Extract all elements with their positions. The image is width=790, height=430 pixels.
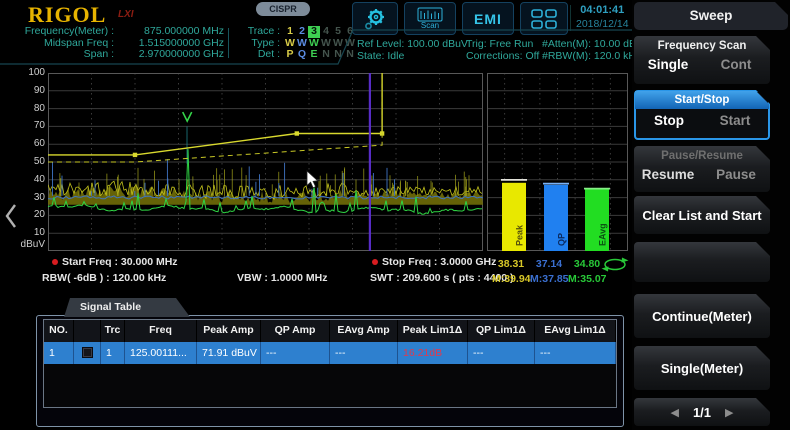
sweep-stop[interactable]: Stop — [636, 113, 702, 128]
header-outline — [0, 0, 632, 66]
clear-list-start-button[interactable]: Clear List and Start — [634, 196, 770, 234]
limit-line-solid — [48, 73, 382, 155]
table-cell: --- — [330, 342, 398, 364]
pause-resume-toggle[interactable]: Pause/Resume Resume Pause — [634, 146, 770, 192]
spectrum-plot — [48, 73, 483, 251]
y-axis-tick: 10 — [15, 227, 45, 238]
column-header: Freq — [125, 320, 197, 342]
meter-bar-label: EAvg — [598, 223, 608, 246]
start-stop-header: Start/Stop — [635, 91, 769, 109]
stop-freq-dot — [372, 259, 378, 265]
meter-readout: 38.31M:39.94 — [492, 257, 530, 287]
next-page-icon[interactable]: ▶ — [725, 406, 733, 419]
chart-region: 100 90 80 70 60 50 40 30 20 10 dBuV Peak QP EAvg — [0, 62, 632, 255]
sweep-resume[interactable]: Resume — [634, 167, 702, 182]
signal-table-body: 11125.00111...71.91 dBuV------16.21dB---… — [44, 342, 616, 364]
table-cell: --- — [535, 342, 616, 364]
y-axis-tick: 90 — [15, 85, 45, 96]
sweep-start[interactable]: Start — [702, 113, 768, 128]
y-axis-tick: 50 — [15, 156, 45, 167]
sidebar-menu: Sweep Frequency Scan Single Cont Start/S… — [632, 0, 790, 430]
row-checkbox[interactable] — [82, 347, 93, 358]
page-indicator: 1/1 — [693, 405, 711, 420]
table-cell — [74, 342, 101, 364]
vbw-readout: VBW : 1.0000 MHz — [237, 272, 327, 284]
signal-table-header: NO. TrcFreqPeak AmpQP AmpEAvg AmpPeak Lim… — [44, 320, 616, 342]
freq-scan-toggle[interactable]: Frequency Scan Single Cont — [634, 36, 770, 84]
start-stop-toggle[interactable]: Start/Stop Stop Start — [634, 90, 770, 140]
signal-table-tab[interactable]: Signal Table — [64, 298, 190, 317]
continue-meter-button[interactable]: Continue(Meter) — [634, 294, 770, 338]
limit-line-dashed — [48, 73, 382, 162]
table-cell: 125.00111... — [125, 342, 197, 364]
column-header: QP Lim1Δ — [468, 320, 535, 342]
freq-scan-header: Frequency Scan — [634, 36, 770, 52]
freq-scan-cont[interactable]: Cont — [702, 57, 770, 72]
sweep-pause[interactable]: Pause — [702, 167, 770, 182]
mouse-cursor — [306, 170, 320, 189]
page-navigator[interactable]: ◀ 1/1 ▶ — [634, 398, 770, 426]
left-chevron-icon[interactable] — [3, 202, 19, 230]
menu-title: Sweep — [634, 2, 788, 30]
pause-resume-header: Pause/Resume — [634, 146, 770, 162]
y-axis-tick: 100 — [15, 67, 45, 78]
signal-table: NO. TrcFreqPeak AmpQP AmpEAvg AmpPeak Lim… — [43, 319, 617, 408]
rbw-readout: RBW( -6dB ) : 120.00 kHz — [42, 272, 166, 284]
table-cell: --- — [468, 342, 535, 364]
y-axis-tick: 30 — [15, 192, 45, 203]
column-header: Trc — [101, 320, 125, 342]
column-header: QP Amp — [261, 320, 330, 342]
y-axis-tick: 60 — [15, 138, 45, 149]
sync-loop-icon[interactable] — [601, 257, 629, 272]
prev-page-icon[interactable]: ◀ — [670, 406, 678, 419]
table-cell: --- — [261, 342, 330, 364]
single-meter-button[interactable]: Single(Meter) — [634, 346, 770, 390]
column-header: NO. — [44, 320, 74, 342]
table-cell: 1 — [44, 342, 74, 364]
meter-readouts: 38.31M:39.9437.14M:37.8534.80M:35.07 — [492, 257, 600, 287]
meter-readout: 37.14M:37.85 — [530, 257, 568, 287]
y-axis-tick: 70 — [15, 120, 45, 131]
peak-marker — [183, 112, 192, 121]
meter-bar-label: QP — [557, 233, 567, 246]
meter-bars-plot: Peak QP EAvg — [487, 73, 628, 251]
column-header: Peak Amp — [197, 320, 261, 342]
column-header: EAvg Lim1Δ — [535, 320, 616, 342]
meter-bar-label: Peak — [515, 224, 525, 246]
freq-scan-single[interactable]: Single — [634, 57, 702, 72]
y-axis-tick: 80 — [15, 103, 45, 114]
column-header: EAvg Amp — [330, 320, 398, 342]
table-cell: 1 — [101, 342, 125, 364]
y-axis-unit: dBuV — [12, 239, 45, 250]
y-axis-tick: 20 — [15, 209, 45, 220]
column-header: Peak Lim1Δ — [398, 320, 468, 342]
y-axis-tick: 40 — [15, 174, 45, 185]
table-cell: 71.91 dBuV — [197, 342, 261, 364]
start-freq-dot — [52, 259, 58, 265]
signal-table-row[interactable]: 11125.00111...71.91 dBuV------16.21dB---… — [44, 342, 616, 364]
stop-freq: Stop Freq : 3.0000 GHz — [382, 256, 496, 268]
column-header — [74, 320, 101, 342]
start-freq: Start Freq : 30.000 MHz — [62, 256, 178, 268]
blank-softkey[interactable] — [634, 242, 770, 282]
emi-analyzer-screen: RIGOL LXI CISPR — [0, 0, 790, 430]
table-cell: 16.21dB — [398, 342, 468, 364]
